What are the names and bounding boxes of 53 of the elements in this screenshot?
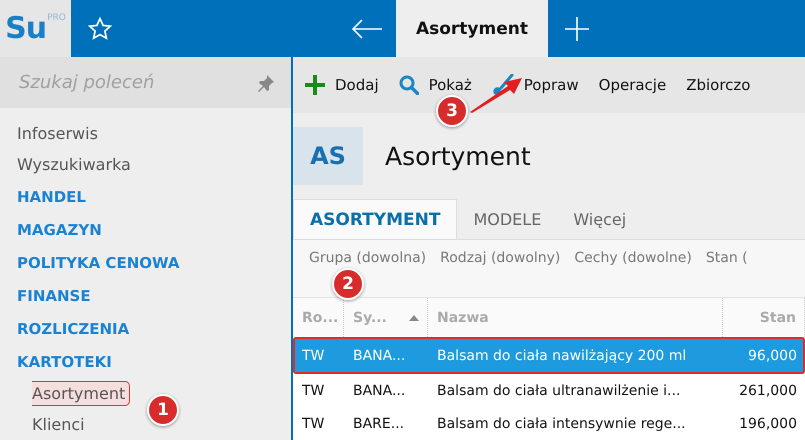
toolbar-button[interactable]: Zbiorczo xyxy=(686,76,750,94)
document-tab[interactable]: Asortyment xyxy=(396,0,548,57)
table-cell-text: TW xyxy=(301,416,326,432)
menu-section[interactable]: HANDEL xyxy=(17,186,90,208)
star-icon[interactable] xyxy=(86,16,112,42)
table-row[interactable]: TW BANA... Balsam do ciała nawilżający 200 ml 96,000 xyxy=(293,337,805,374)
back-arrow-icon[interactable] xyxy=(351,18,384,38)
menu-item[interactable]: Asortyment xyxy=(32,381,130,406)
app-logo: Su xyxy=(5,12,46,44)
table-cell-text: Balsam do ciała ultranawilżenie i... xyxy=(436,382,682,398)
table-cell-text: TW xyxy=(301,382,326,398)
filter-dropdown[interactable]: Rodzaj (dowolny) xyxy=(440,250,560,266)
tab[interactable]: ASORTYMENT xyxy=(293,199,458,240)
menu-section[interactable]: ROZLICZENIA xyxy=(17,318,134,340)
table-cell-text: BARE... xyxy=(352,416,406,432)
search-bar[interactable]: Szukaj poleceń xyxy=(0,57,291,108)
menu-section[interactable]: KARTOTEKI xyxy=(17,350,116,372)
table-cell-text: 196,000 xyxy=(738,416,798,432)
menu-section[interactable]: POLITYKA CENOWA xyxy=(17,252,184,274)
filter-dropdown[interactable]: Grupa (dowolna) xyxy=(309,250,426,266)
table-row[interactable]: TW BANA... Balsam do ciała ultranawilżenie i... 261,000 xyxy=(293,374,805,407)
plus-icon[interactable] xyxy=(564,16,590,42)
search-icon xyxy=(398,74,419,95)
sort-arrow-icon xyxy=(409,314,419,320)
filter-dropdown[interactable]: Cechy (dowolne) xyxy=(574,250,692,266)
table-cell-text: 96,000 xyxy=(747,348,798,364)
table-cell-text: Balsam do ciała nawilżający 200 ml xyxy=(436,348,688,364)
table-cell-text: 261,000 xyxy=(738,382,798,398)
toolbar-button[interactable]: Dodaj xyxy=(305,74,379,95)
search-field[interactable]: Szukaj poleceń xyxy=(17,71,257,94)
toolbar-button[interactable]: Popraw xyxy=(492,74,579,96)
tab[interactable]: MODELE xyxy=(457,199,558,240)
menu-section[interactable]: MAGAZYN xyxy=(17,218,106,240)
step-number-badge: 3 xyxy=(436,95,468,127)
module-badge: AS xyxy=(293,127,363,186)
logo-label: PRO xyxy=(47,12,66,22)
brush-icon xyxy=(492,74,514,96)
table-cell-text: TW xyxy=(301,348,326,364)
toolbar-button[interactable]: Pokaż xyxy=(398,74,472,95)
pin-icon[interactable] xyxy=(257,74,275,92)
toolbar-button[interactable]: Operacje xyxy=(598,76,666,94)
table-cell-text: BANA... xyxy=(352,382,406,398)
menu-item[interactable]: Infoserwis xyxy=(17,122,102,145)
table-row[interactable]: TW BARE... Balsam do ciała intensywnie rege... 196,000 xyxy=(293,407,805,440)
table-cell-text: BANA... xyxy=(352,348,406,364)
menu-item[interactable]: Wyszukiwarka xyxy=(17,153,135,176)
plus-icon xyxy=(305,74,325,95)
filter-dropdown[interactable]: Stan ( xyxy=(706,250,748,266)
table-cell-text: Balsam do ciała intensywnie rege... xyxy=(436,416,687,432)
tab[interactable]: Więcej xyxy=(557,199,642,240)
menu-section[interactable]: FINANSE xyxy=(17,284,95,306)
menu-item[interactable]: Klienci xyxy=(32,413,89,436)
page-title: Asortyment xyxy=(385,142,531,171)
